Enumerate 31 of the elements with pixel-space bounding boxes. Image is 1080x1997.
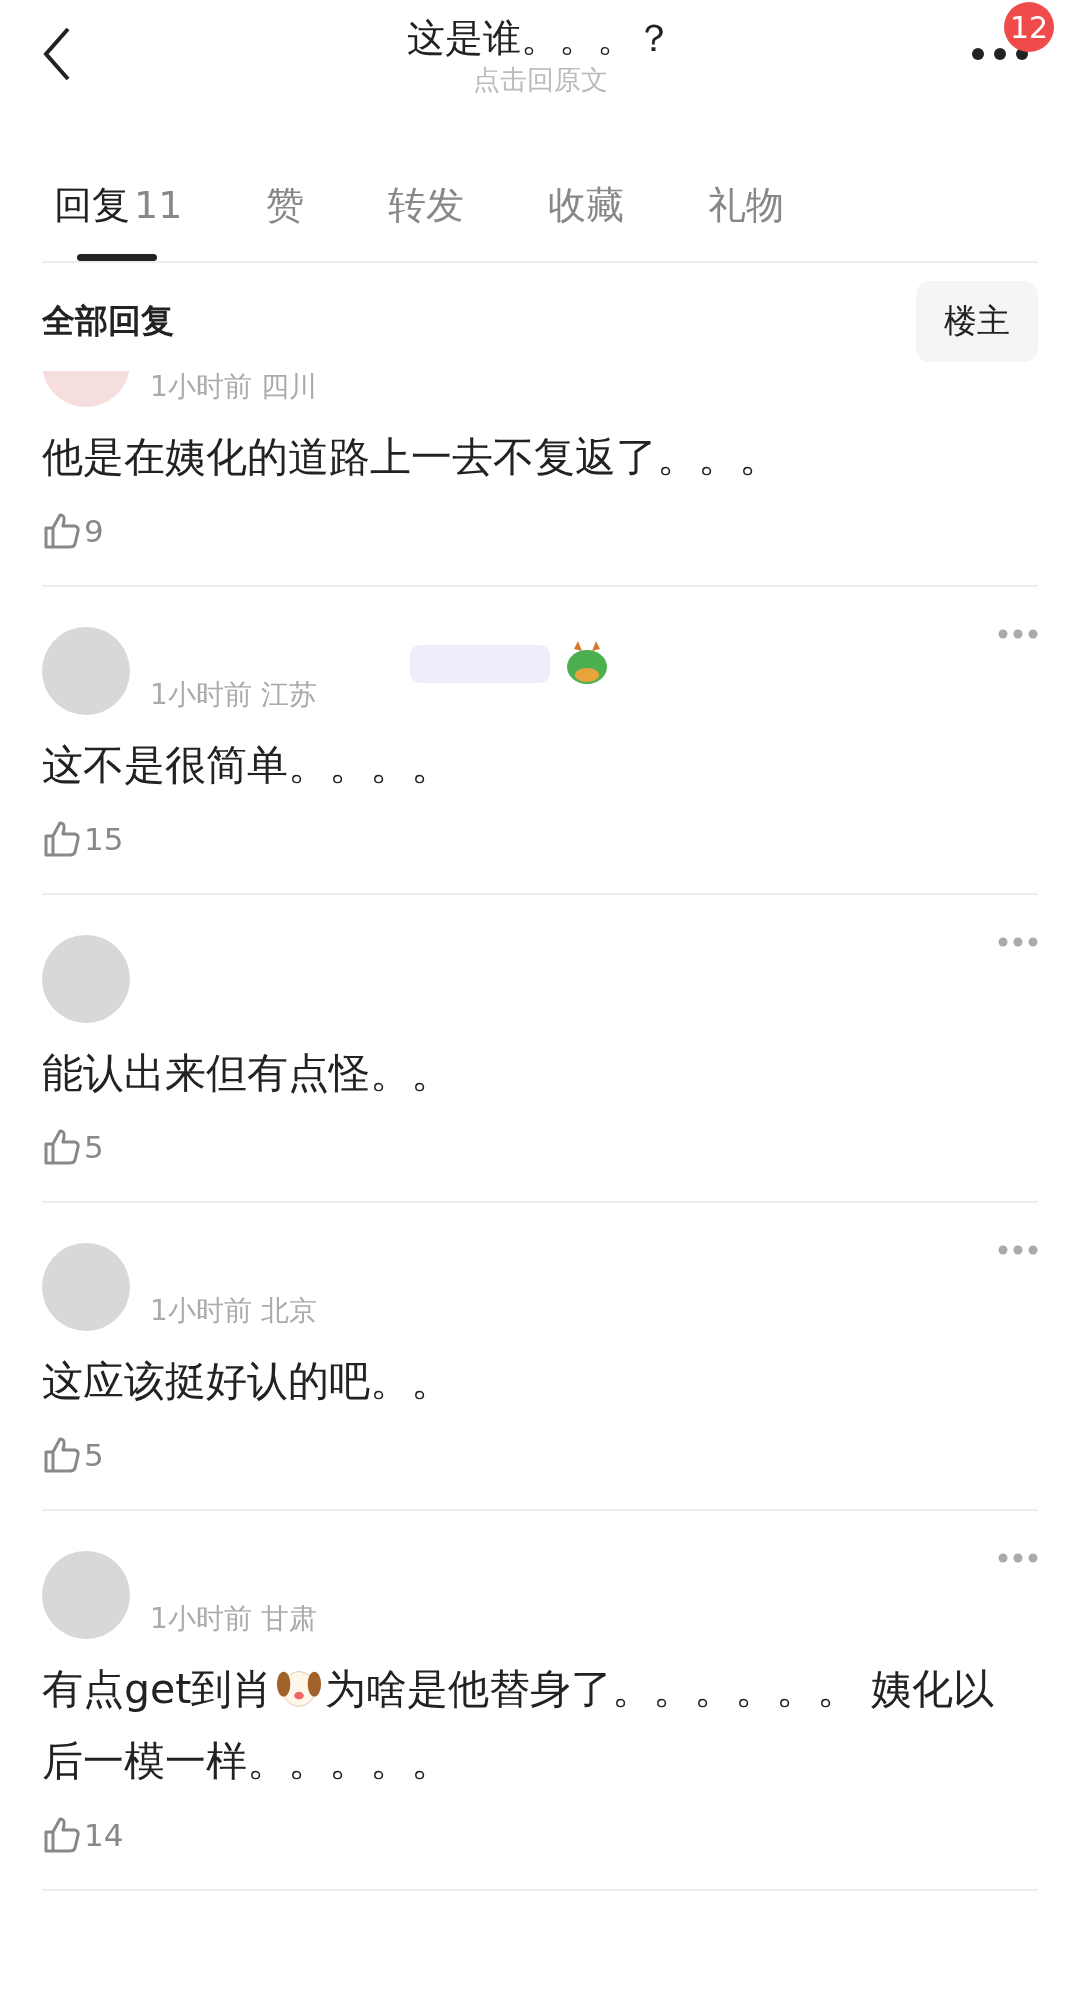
like-count: 9 [84, 513, 104, 549]
thumbs-up-icon[interactable] [42, 1127, 82, 1167]
thumbs-up-icon[interactable] [42, 1435, 82, 1475]
tab[interactable]: 回复 11 [42, 158, 195, 261]
comment-meta: 1小时前 北京 [150, 1293, 317, 1329]
back-icon[interactable] [42, 26, 72, 82]
tab[interactable]: 转发 [376, 158, 477, 261]
like-count: 5 [84, 1437, 104, 1473]
thumbs-up-icon[interactable] [42, 511, 82, 551]
thumbs-up-icon[interactable] [42, 819, 82, 859]
more-icon[interactable] [970, 46, 1030, 62]
like-count: 14 [84, 1817, 124, 1853]
back-to-original-link[interactable]: 点击回原文 [472, 62, 608, 98]
notification-badge: 12 [1004, 2, 1054, 52]
like-count: 15 [84, 821, 124, 857]
filter-button[interactable]: 楼主 [916, 280, 1038, 362]
comment-text: 能认出来但有点怪。。 [42, 1048, 453, 1099]
like-count: 5 [84, 1129, 104, 1165]
comment-meta: 1小时前 江苏 [150, 677, 318, 713]
section-title: 全部回复 [42, 299, 174, 342]
comment-text: 这不是很简单。。。。 [42, 740, 453, 791]
comment-text: 这应该挺好认的吧。。 [42, 1356, 453, 1407]
comment-text: 有点get到肖 为啥是他替身了。。。。。。 姨化以后一模一样。。。。。 [42, 1662, 996, 1787]
tab[interactable]: 礼物 [696, 158, 797, 261]
tab[interactable]: 收藏 [536, 158, 637, 261]
comment-meta: 1小时前 甘肃 [150, 1601, 317, 1637]
tab[interactable]: 赞 [254, 158, 317, 261]
post-title: 这是谁。。。？ [407, 15, 673, 62]
comment-text: 他是在姨化的道路上一去不复返了。。。 [42, 432, 781, 483]
comment-meta: 1小时前 四川 [150, 369, 317, 405]
thumbs-up-icon[interactable] [42, 1815, 82, 1855]
